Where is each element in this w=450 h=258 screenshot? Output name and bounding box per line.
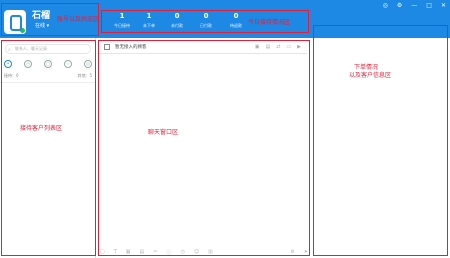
annotation-today-stats: 今日接待情况区 xyxy=(248,19,291,26)
annotation-box-chat xyxy=(98,40,310,256)
help-icon[interactable]: ◎ xyxy=(383,3,388,9)
annotation-customer-info: 以及客户信息区 xyxy=(349,72,392,79)
annotation-box-customer-info xyxy=(313,25,448,256)
close-icon[interactable]: ✕ xyxy=(441,3,446,9)
annotation-customer-list: 接待客户列表区 xyxy=(20,125,63,132)
minimize-icon[interactable]: — xyxy=(411,3,417,9)
annotation-box-customer-list xyxy=(1,40,96,256)
maximize-icon[interactable]: □ xyxy=(426,3,432,9)
window-controls: ◎ ⚙ — □ ✕ xyxy=(383,3,446,9)
annotation-chat-window: 聊天窗口区 xyxy=(148,129,179,136)
annotation-account-area: 账号以及状态区 xyxy=(57,16,100,23)
settings-icon[interactable]: ⚙ xyxy=(397,3,402,9)
